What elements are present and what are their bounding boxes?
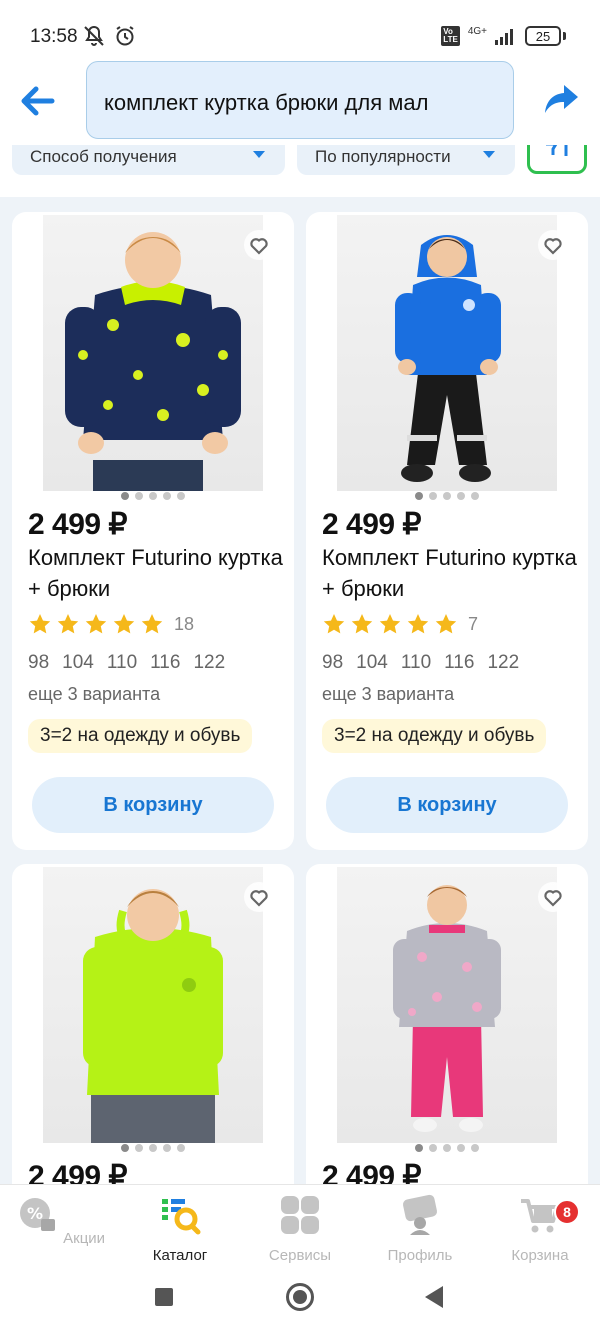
mute-notifications-icon xyxy=(84,25,104,46)
image-pagination xyxy=(12,1144,294,1152)
nav-item-catalog[interactable]: Каталог xyxy=(130,1193,230,1264)
signal-icon xyxy=(495,29,513,45)
status-time: 13:58 xyxy=(30,26,78,47)
search-header: комплект куртка брюки для мал xyxy=(0,55,600,145)
more-variants: еще 3 варианта xyxy=(28,684,161,704)
product-card[interactable]: 2 499 ₽ Комплект Futurino куртка + брюки… xyxy=(12,212,294,850)
star-icon xyxy=(435,614,457,634)
nav-label: Корзина xyxy=(511,1247,569,1264)
favorite-heart-icon[interactable] xyxy=(244,882,274,912)
filter-bar: Способ получения По популярности xyxy=(0,145,600,197)
product-image[interactable] xyxy=(43,215,263,491)
size-list: 98 104 110 116 122 xyxy=(322,652,519,674)
star-icon xyxy=(351,614,373,634)
image-pagination xyxy=(306,1144,588,1152)
favorite-heart-icon[interactable] xyxy=(538,882,568,912)
product-rating: 7 xyxy=(322,612,478,636)
add-to-cart-button[interactable]: В корзину xyxy=(32,777,274,833)
size-list: 98 104 110 116 122 xyxy=(28,652,225,674)
size-option: 98 xyxy=(28,652,50,673)
chevron-down-icon xyxy=(253,151,265,158)
nav-item-cart[interactable]: Корзина 8 xyxy=(490,1193,590,1264)
size-option: 110 xyxy=(106,652,138,673)
product-title[interactable]: Комплект Futurino куртка + брюки xyxy=(322,542,582,604)
filter-button[interactable] xyxy=(527,145,587,174)
delivery-method-dropdown[interactable]: Способ получения xyxy=(12,145,285,175)
favorite-heart-icon[interactable] xyxy=(244,230,274,260)
promo-badge: 3=2 на одежду и обувь xyxy=(28,719,253,753)
size-option: 104 xyxy=(356,652,388,673)
add-to-cart-button[interactable]: В корзину xyxy=(326,777,568,833)
battery-indicator: 25 xyxy=(525,26,561,46)
star-icon xyxy=(113,614,135,634)
share-icon[interactable] xyxy=(542,81,582,117)
review-count: 7 xyxy=(468,613,479,634)
star-icon xyxy=(29,614,51,634)
catalog-search-icon xyxy=(162,1199,201,1235)
star-icon xyxy=(141,614,163,634)
svg-text:%: % xyxy=(27,1204,43,1223)
network-type: 4G+ xyxy=(467,26,487,37)
search-input[interactable]: комплект куртка брюки для мал xyxy=(86,61,514,139)
nav-label: Акции xyxy=(63,1230,106,1247)
favorite-heart-icon[interactable] xyxy=(538,230,568,260)
review-count: 18 xyxy=(174,613,195,634)
nav-label: Сервисы xyxy=(268,1247,332,1264)
product-rating: 18 xyxy=(28,612,194,636)
home-icon[interactable] xyxy=(286,1283,314,1311)
nav-item-services[interactable]: Сервисы xyxy=(250,1193,350,1264)
product-card[interactable]: 2 499 ₽ xyxy=(306,864,588,1204)
product-card[interactable]: 2 499 ₽ Комплект Futurino куртка + брюки… xyxy=(306,212,588,850)
recent-apps-icon[interactable] xyxy=(155,1288,173,1306)
volte-icon: Vo LTE xyxy=(441,26,460,46)
system-back-icon[interactable] xyxy=(425,1286,443,1308)
product-price: 2 499 ₽ xyxy=(322,508,422,541)
product-price: 2 499 ₽ xyxy=(28,508,128,541)
product-image[interactable] xyxy=(43,867,263,1143)
chevron-down-icon xyxy=(483,151,495,158)
cart-count-badge: 8 xyxy=(554,1199,580,1225)
product-image[interactable] xyxy=(337,867,557,1143)
star-icon xyxy=(323,614,345,634)
size-option: 122 xyxy=(193,652,226,673)
size-option: 116 xyxy=(150,652,181,673)
size-option: 110 xyxy=(400,652,432,673)
product-card[interactable]: 2 499 ₽ xyxy=(12,864,294,1204)
nav-item-promotions[interactable]: % Акции xyxy=(10,1193,110,1247)
nav-label: Каталог xyxy=(152,1247,208,1264)
nav-item-profile[interactable]: Профиль xyxy=(370,1193,470,1264)
profile-card-icon xyxy=(402,1194,438,1235)
filter-icon xyxy=(546,145,568,156)
system-navigation-bar xyxy=(0,1264,600,1332)
delivery-method-label: Способ получения xyxy=(30,147,177,166)
image-pagination xyxy=(12,492,294,500)
star-icon xyxy=(379,614,401,634)
sort-label: По популярности xyxy=(315,147,451,166)
promo-badge: 3=2 на одежду и обувь xyxy=(322,719,547,753)
size-option: 98 xyxy=(322,652,344,673)
size-option: 104 xyxy=(62,652,94,673)
image-pagination xyxy=(306,492,588,500)
services-grid-icon xyxy=(281,1196,319,1234)
more-variants: еще 3 варианта xyxy=(322,684,455,704)
percent-tag-icon: % xyxy=(19,1198,55,1231)
alarm-icon xyxy=(116,26,134,46)
sort-dropdown[interactable]: По популярности xyxy=(297,145,515,175)
bottom-navigation: % Акции Каталог Сервисы Профиль Корзина … xyxy=(0,1184,600,1264)
star-icon xyxy=(57,614,79,634)
product-title[interactable]: Комплект Futurino куртка + брюки xyxy=(28,542,288,604)
size-option: 122 xyxy=(487,652,520,673)
nav-label: Профиль xyxy=(387,1247,453,1264)
star-icon xyxy=(407,614,429,634)
star-icon xyxy=(85,614,107,634)
size-option: 116 xyxy=(444,652,475,673)
back-arrow-icon[interactable] xyxy=(18,83,58,119)
product-image[interactable] xyxy=(337,215,557,491)
battery-tip xyxy=(563,32,566,40)
